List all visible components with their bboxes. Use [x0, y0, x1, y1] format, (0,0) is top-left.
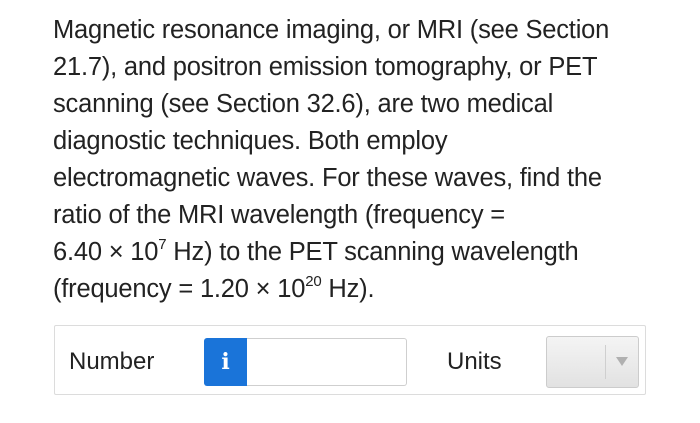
question-line-rest: Hz) to the PET scanning wavelength [166, 238, 579, 266]
question-line: diagnostic techniques. Both employ [53, 127, 448, 155]
dropdown-divider [605, 345, 606, 379]
info-icon[interactable]: i [204, 338, 247, 386]
question-line: ratio of the MRI wavelength (frequency = [53, 201, 505, 229]
mri-frequency-exponent: 7 [158, 235, 167, 253]
answer-row: Number i Units [54, 325, 646, 395]
units-dropdown[interactable] [546, 336, 639, 388]
mri-frequency-mantissa: 6.40 × 10 [53, 238, 159, 266]
question-line: Magnetic resonance imaging, or MRI (see … [53, 16, 610, 44]
units-label: Units [447, 348, 502, 375]
chevron-down-icon [616, 357, 628, 366]
question-line: 21.7), and positron emission tomography,… [53, 53, 598, 81]
question-line: scanning (see Section 32.6), are two med… [53, 90, 554, 118]
question-line: (frequency = 1.20 × 1020 Hz). [53, 271, 673, 308]
number-input[interactable] [247, 338, 407, 386]
pet-frequency-mantissa: (frequency = 1.20 × 10 [53, 275, 306, 303]
question-text: Magnetic resonance imaging, or MRI (see … [53, 12, 673, 308]
question-line: electromagnetic waves. For these waves, … [53, 164, 602, 192]
pet-frequency-exponent: 20 [305, 272, 322, 290]
number-label: Number [69, 348, 155, 375]
question-line: 6.40 × 107 Hz) to the PET scanning wavel… [53, 234, 673, 271]
question-line-rest: Hz). [321, 275, 375, 303]
